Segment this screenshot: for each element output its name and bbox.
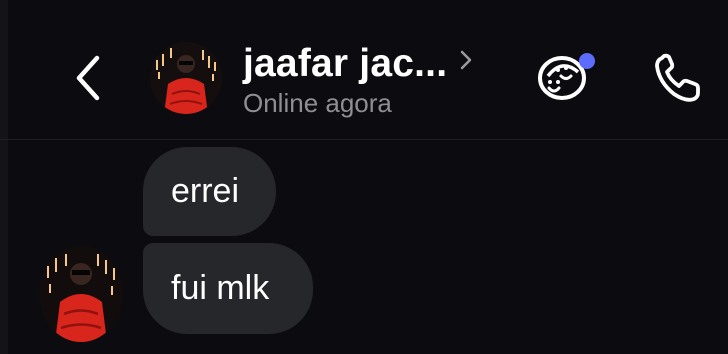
message-bubble[interactable]: errei [143, 147, 276, 236]
message-bubble[interactable]: fui mlk [143, 243, 313, 334]
contact-name-link[interactable]: jaafar jac... [243, 38, 473, 90]
presence-status: Online agora [243, 88, 392, 118]
chevron-right-icon [460, 50, 472, 70]
message-text: fui mlk [171, 269, 270, 307]
phone-icon [655, 53, 700, 102]
contact-name: jaafar jac... [243, 42, 448, 85]
chat-faces-icon [538, 53, 595, 100]
back-button[interactable] [66, 50, 110, 106]
call-button[interactable] [650, 50, 706, 106]
chat-effects-button[interactable] [528, 48, 598, 108]
notification-dot [579, 53, 595, 69]
chat-header: jaafar jac... Online agora [0, 0, 728, 140]
sender-avatar[interactable] [39, 246, 123, 342]
contact-avatar[interactable] [150, 42, 222, 114]
chevron-left-icon [76, 55, 100, 101]
message-text: errei [171, 172, 240, 210]
